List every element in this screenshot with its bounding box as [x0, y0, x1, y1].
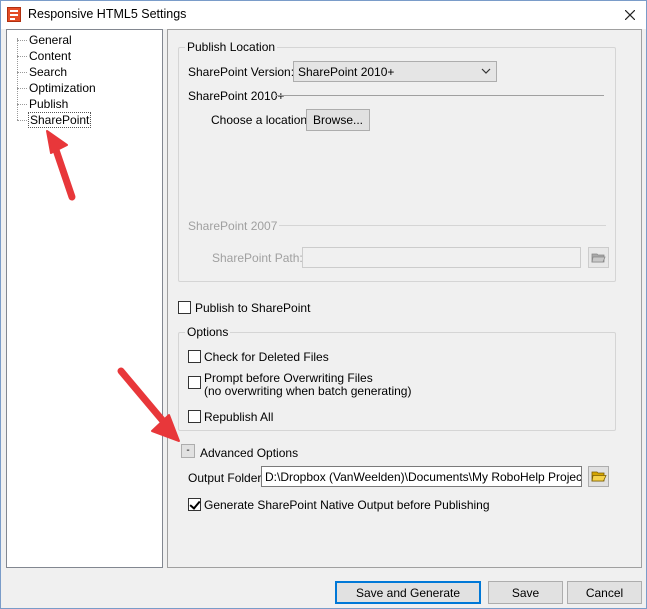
window-title: Responsive HTML5 Settings: [28, 7, 187, 21]
sharepoint-settings-panel: Publish Location SharePoint Version: Sha…: [167, 29, 642, 568]
save-button[interactable]: Save: [488, 581, 563, 604]
republish-all-label: Republish All: [204, 410, 274, 424]
close-icon: [625, 9, 635, 20]
settings-window: Responsive HTML5 Settings General Conten…: [0, 0, 647, 609]
publish-to-sharepoint-label: Publish to SharePoint: [195, 301, 311, 315]
divider: [276, 95, 604, 96]
close-button[interactable]: [614, 1, 646, 28]
advanced-options-label: Advanced Options: [200, 446, 299, 460]
divider: [279, 225, 606, 226]
check-deleted-files-label: Check for Deleted Files: [204, 350, 329, 364]
check-deleted-files-checkbox[interactable]: [188, 350, 201, 363]
output-folder-field[interactable]: D:\Dropbox (VanWeelden)\Documents\My Rob…: [261, 466, 582, 487]
sharepoint-2010-header: SharePoint 2010+: [188, 89, 285, 103]
dropdown-caret-icon: [481, 68, 491, 74]
browse-button[interactable]: Browse...: [306, 109, 370, 131]
output-folder-browse-button[interactable]: [588, 466, 609, 487]
group-legend: Publish Location: [185, 40, 278, 54]
save-and-generate-button[interactable]: Save and Generate: [335, 581, 481, 604]
button-label: Browse...: [312, 113, 363, 127]
sharepoint-path-field[interactable]: [302, 247, 581, 268]
choose-location-label: Choose a location:: [211, 113, 311, 127]
prompt-overwrite-note: (no overwriting when batch generating): [204, 384, 412, 398]
generate-native-output-label: Generate SharePoint Native Output before…: [204, 498, 490, 512]
button-label: Save: [511, 585, 540, 600]
folder-icon: [591, 253, 606, 263]
app-icon: [7, 7, 21, 22]
cancel-button[interactable]: Cancel: [567, 581, 642, 604]
sharepoint-2007-header: SharePoint 2007: [188, 219, 278, 233]
settings-tree: General Content Search Optimization Publ…: [6, 29, 163, 568]
prompt-overwrite-label: Prompt before Overwriting Files: [204, 371, 373, 385]
tree-connector: [17, 38, 18, 120]
tree-item-label: Content: [29, 49, 72, 63]
sharepoint-version-select[interactable]: SharePoint 2010+: [293, 61, 497, 82]
folder-icon: [591, 471, 607, 482]
sharepoint-version-label: SharePoint Version:: [188, 65, 295, 79]
tree-item-label: General: [29, 33, 72, 47]
title-bar: Responsive HTML5 Settings: [1, 1, 646, 29]
button-label: Save and Generate: [355, 585, 461, 600]
sharepoint-path-browse-button[interactable]: [588, 247, 609, 268]
advanced-options-toggle[interactable]: -: [181, 444, 195, 458]
tree-item-label: Search: [29, 65, 68, 79]
republish-all-checkbox[interactable]: [188, 410, 201, 423]
tree-item-label: Publish: [29, 97, 69, 111]
tree-item-label: Optimization: [29, 81, 96, 95]
publish-to-sharepoint-checkbox[interactable]: [178, 301, 191, 314]
button-label: Cancel: [585, 585, 624, 600]
select-value: SharePoint 2010+: [298, 65, 395, 79]
tree-item-label: SharePoint: [28, 112, 92, 128]
sharepoint-path-label: SharePoint Path:: [212, 251, 303, 265]
generate-native-output-checkbox[interactable]: [188, 498, 201, 511]
group-legend: Options: [185, 325, 231, 339]
prompt-overwrite-checkbox[interactable]: [188, 376, 201, 389]
output-folder-label: Output Folder:: [188, 471, 265, 485]
